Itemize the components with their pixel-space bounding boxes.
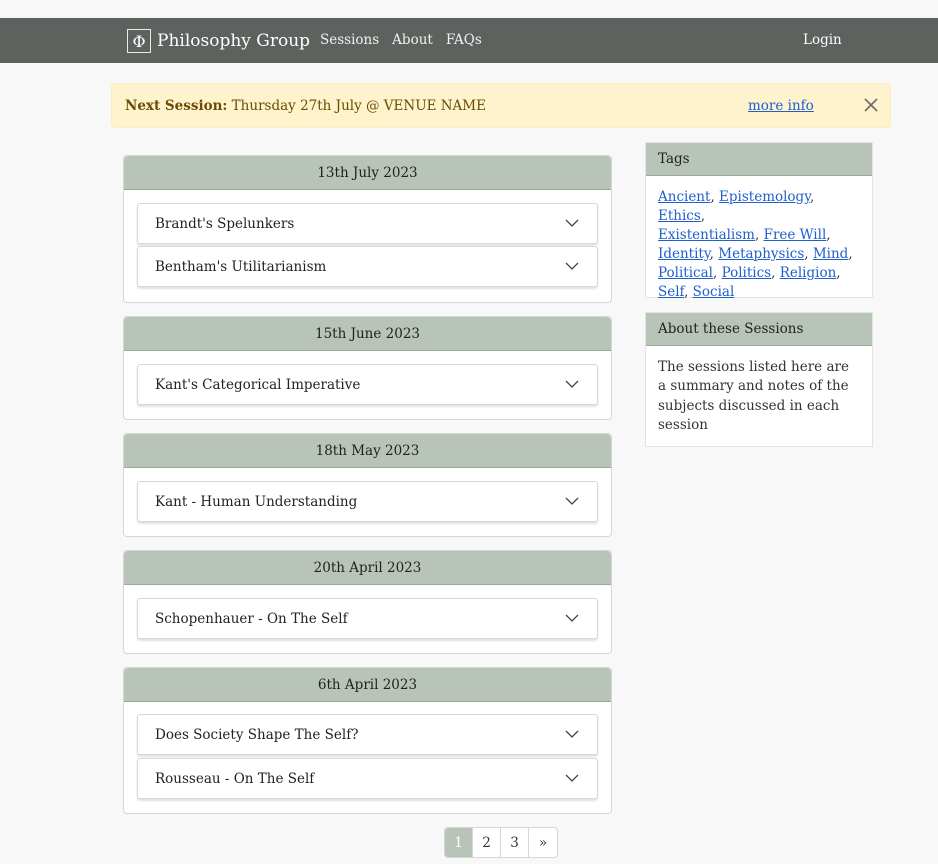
phi-logo-icon: Φ [127,29,151,53]
session-date: 18th May 2023 [124,434,611,468]
session-topic: Brandt's Spelunkers [155,216,295,232]
session-topic: Schopenhauer - On The Self [155,611,348,627]
chevron-down-icon [565,730,579,738]
tag-link[interactable]: Mind [813,246,848,262]
tag-link[interactable]: Identity [658,246,710,262]
tag-link[interactable]: Ancient [658,189,710,205]
tag-link[interactable]: Social [693,284,735,300]
page-link-1[interactable]: 1 [445,828,473,857]
session-accordion-item[interactable]: Kant - Human Understanding [137,481,598,522]
session-card: 15th June 2023 Kant's Categorical Impera… [123,316,612,420]
tags-panel: Tags Ancient, Epistemology, Ethics, Exis… [645,142,873,300]
session-card: 6th April 2023 Does Society Shape The Se… [123,667,612,814]
login-link[interactable]: Login [803,32,842,48]
session-accordion-item[interactable]: Bentham's Utilitarianism [137,246,598,287]
session-date: 20th April 2023 [124,551,611,585]
tag-link[interactable]: Epistemology [719,189,810,205]
next-page-link[interactable]: » [529,828,557,857]
nav-link-faqs[interactable]: FAQs [446,32,482,48]
session-card: 13th July 2023 Brandt's Spelunkers Benth… [123,155,612,303]
nav-link-about[interactable]: About [392,32,433,48]
session-date: 13th July 2023 [124,156,611,190]
close-icon[interactable] [862,96,880,114]
chevron-down-icon [565,262,579,270]
tag-link[interactable]: Self [658,284,684,300]
alert-text: Thursday 27th July @ VENUE NAME [227,98,486,114]
navbar: Φ Philosophy Group Sessions About FAQs L… [0,18,938,63]
tag-link[interactable]: Political [658,265,713,281]
tag-link[interactable]: Politics [722,265,772,281]
session-topic: Kant - Human Understanding [155,494,358,510]
pagination: 1 2 3 » [444,827,558,858]
session-accordion-item[interactable]: Rousseau - On The Self [137,758,598,799]
tags-list: Ancient, Epistemology, Ethics, Existenti… [658,189,853,300]
session-card: 18th May 2023 Kant - Human Understanding [123,433,612,537]
tag-link[interactable]: Existentialism [658,227,755,243]
about-text: The sessions listed here are a summary a… [658,359,849,433]
tag-link[interactable]: Free Will [764,227,827,243]
tag-link[interactable]: Religion [780,265,837,281]
brand-title: Philosophy Group [157,31,311,51]
chevron-down-icon [565,380,579,388]
nav-link-sessions[interactable]: Sessions [320,32,379,48]
session-accordion-item[interactable]: Brandt's Spelunkers [137,203,598,244]
session-topic: Bentham's Utilitarianism [155,259,327,275]
chevron-down-icon [565,614,579,622]
chevron-down-icon [565,497,579,505]
page-link-2[interactable]: 2 [473,828,501,857]
session-accordion-item[interactable]: Kant's Categorical Imperative [137,364,598,405]
next-session-alert: Next Session: Thursday 27th July @ VENUE… [111,83,891,128]
about-panel: About these Sessions The sessions listed… [645,312,873,447]
top-strip [0,0,938,18]
tag-link[interactable]: Ethics [658,208,701,224]
chevron-down-icon [565,774,579,782]
page-link-3[interactable]: 3 [501,828,529,857]
alert-label: Next Session: [125,98,228,114]
tags-title: Tags [646,143,872,176]
session-date: 15th June 2023 [124,317,611,351]
session-card: 20th April 2023 Schopenhauer - On The Se… [123,550,612,654]
chevron-down-icon [565,219,579,227]
alert-message: Next Session: Thursday 27th July @ VENUE… [125,98,486,114]
brand[interactable]: Φ Philosophy Group [127,29,310,53]
session-accordion-item[interactable]: Does Society Shape The Self? [137,714,598,755]
nav-links: Sessions About FAQs [320,32,495,48]
session-topic: Does Society Shape The Self? [155,727,359,743]
session-date: 6th April 2023 [124,668,611,702]
more-info-link[interactable]: more info [748,98,814,114]
about-title: About these Sessions [646,313,872,346]
session-accordion-item[interactable]: Schopenhauer - On The Self [137,598,598,639]
tag-link[interactable]: Metaphysics [718,246,804,262]
session-topic: Rousseau - On The Self [155,771,315,787]
session-topic: Kant's Categorical Imperative [155,377,361,393]
